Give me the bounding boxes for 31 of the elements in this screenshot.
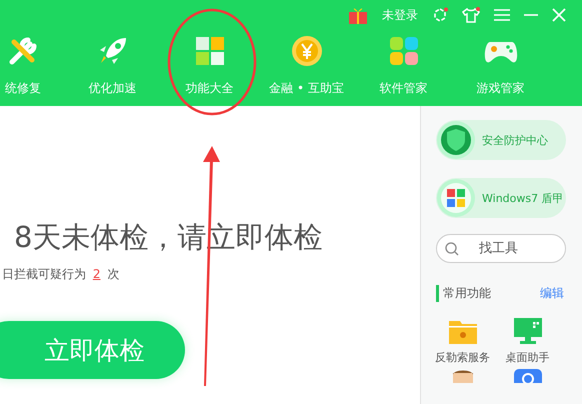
blocked-behavior-text: 日拦截可疑行为 2 次 xyxy=(1,266,120,283)
windows-logo-icon xyxy=(436,178,476,218)
card-label: 安全防护中心 xyxy=(482,132,548,148)
nav-tab[interactable]: 软件管家 xyxy=(355,34,452,97)
monitor-icon[interactable] xyxy=(514,318,542,344)
tool-label[interactable]: 桌面助手 xyxy=(506,350,550,365)
checkup-button[interactable]: 立即体检 xyxy=(0,321,185,379)
count-link[interactable]: 2 xyxy=(90,267,104,281)
close-icon[interactable] xyxy=(552,8,566,22)
shield-icon xyxy=(436,120,476,160)
login-status[interactable]: 未登录 xyxy=(382,6,418,24)
nav-tab[interactable]: 游戏管家 xyxy=(452,34,549,97)
card-label: Windows7 盾甲 xyxy=(482,190,564,206)
search-icon xyxy=(445,242,459,256)
hexagon-dots-icon[interactable] xyxy=(432,7,448,23)
app-icon[interactable] xyxy=(514,369,542,383)
yen-coin-icon xyxy=(290,34,324,68)
feature-card[interactable]: Windows7 盾甲 xyxy=(436,178,566,218)
edit-link[interactable]: 编辑 xyxy=(540,285,564,302)
nav-tab[interactable]: 优化加速 xyxy=(64,34,161,97)
menu-icon[interactable] xyxy=(494,8,510,22)
shirt-icon[interactable] xyxy=(462,7,480,23)
gift-icon[interactable] xyxy=(348,6,368,24)
nav-tab[interactable]: 统修复 xyxy=(0,34,46,97)
folder-lock-icon[interactable] xyxy=(448,318,476,344)
section-title: 常用功能 xyxy=(436,285,491,302)
tool-label[interactable]: 反勒索服务 xyxy=(435,350,490,365)
feature-card[interactable]: 安全防护中心 xyxy=(436,120,566,160)
nav-tab[interactable]: 功能大全 xyxy=(161,34,258,97)
search-field[interactable]: 找工具 xyxy=(436,234,566,263)
nav-tab[interactable]: 金融 • 互助宝 xyxy=(258,34,355,97)
